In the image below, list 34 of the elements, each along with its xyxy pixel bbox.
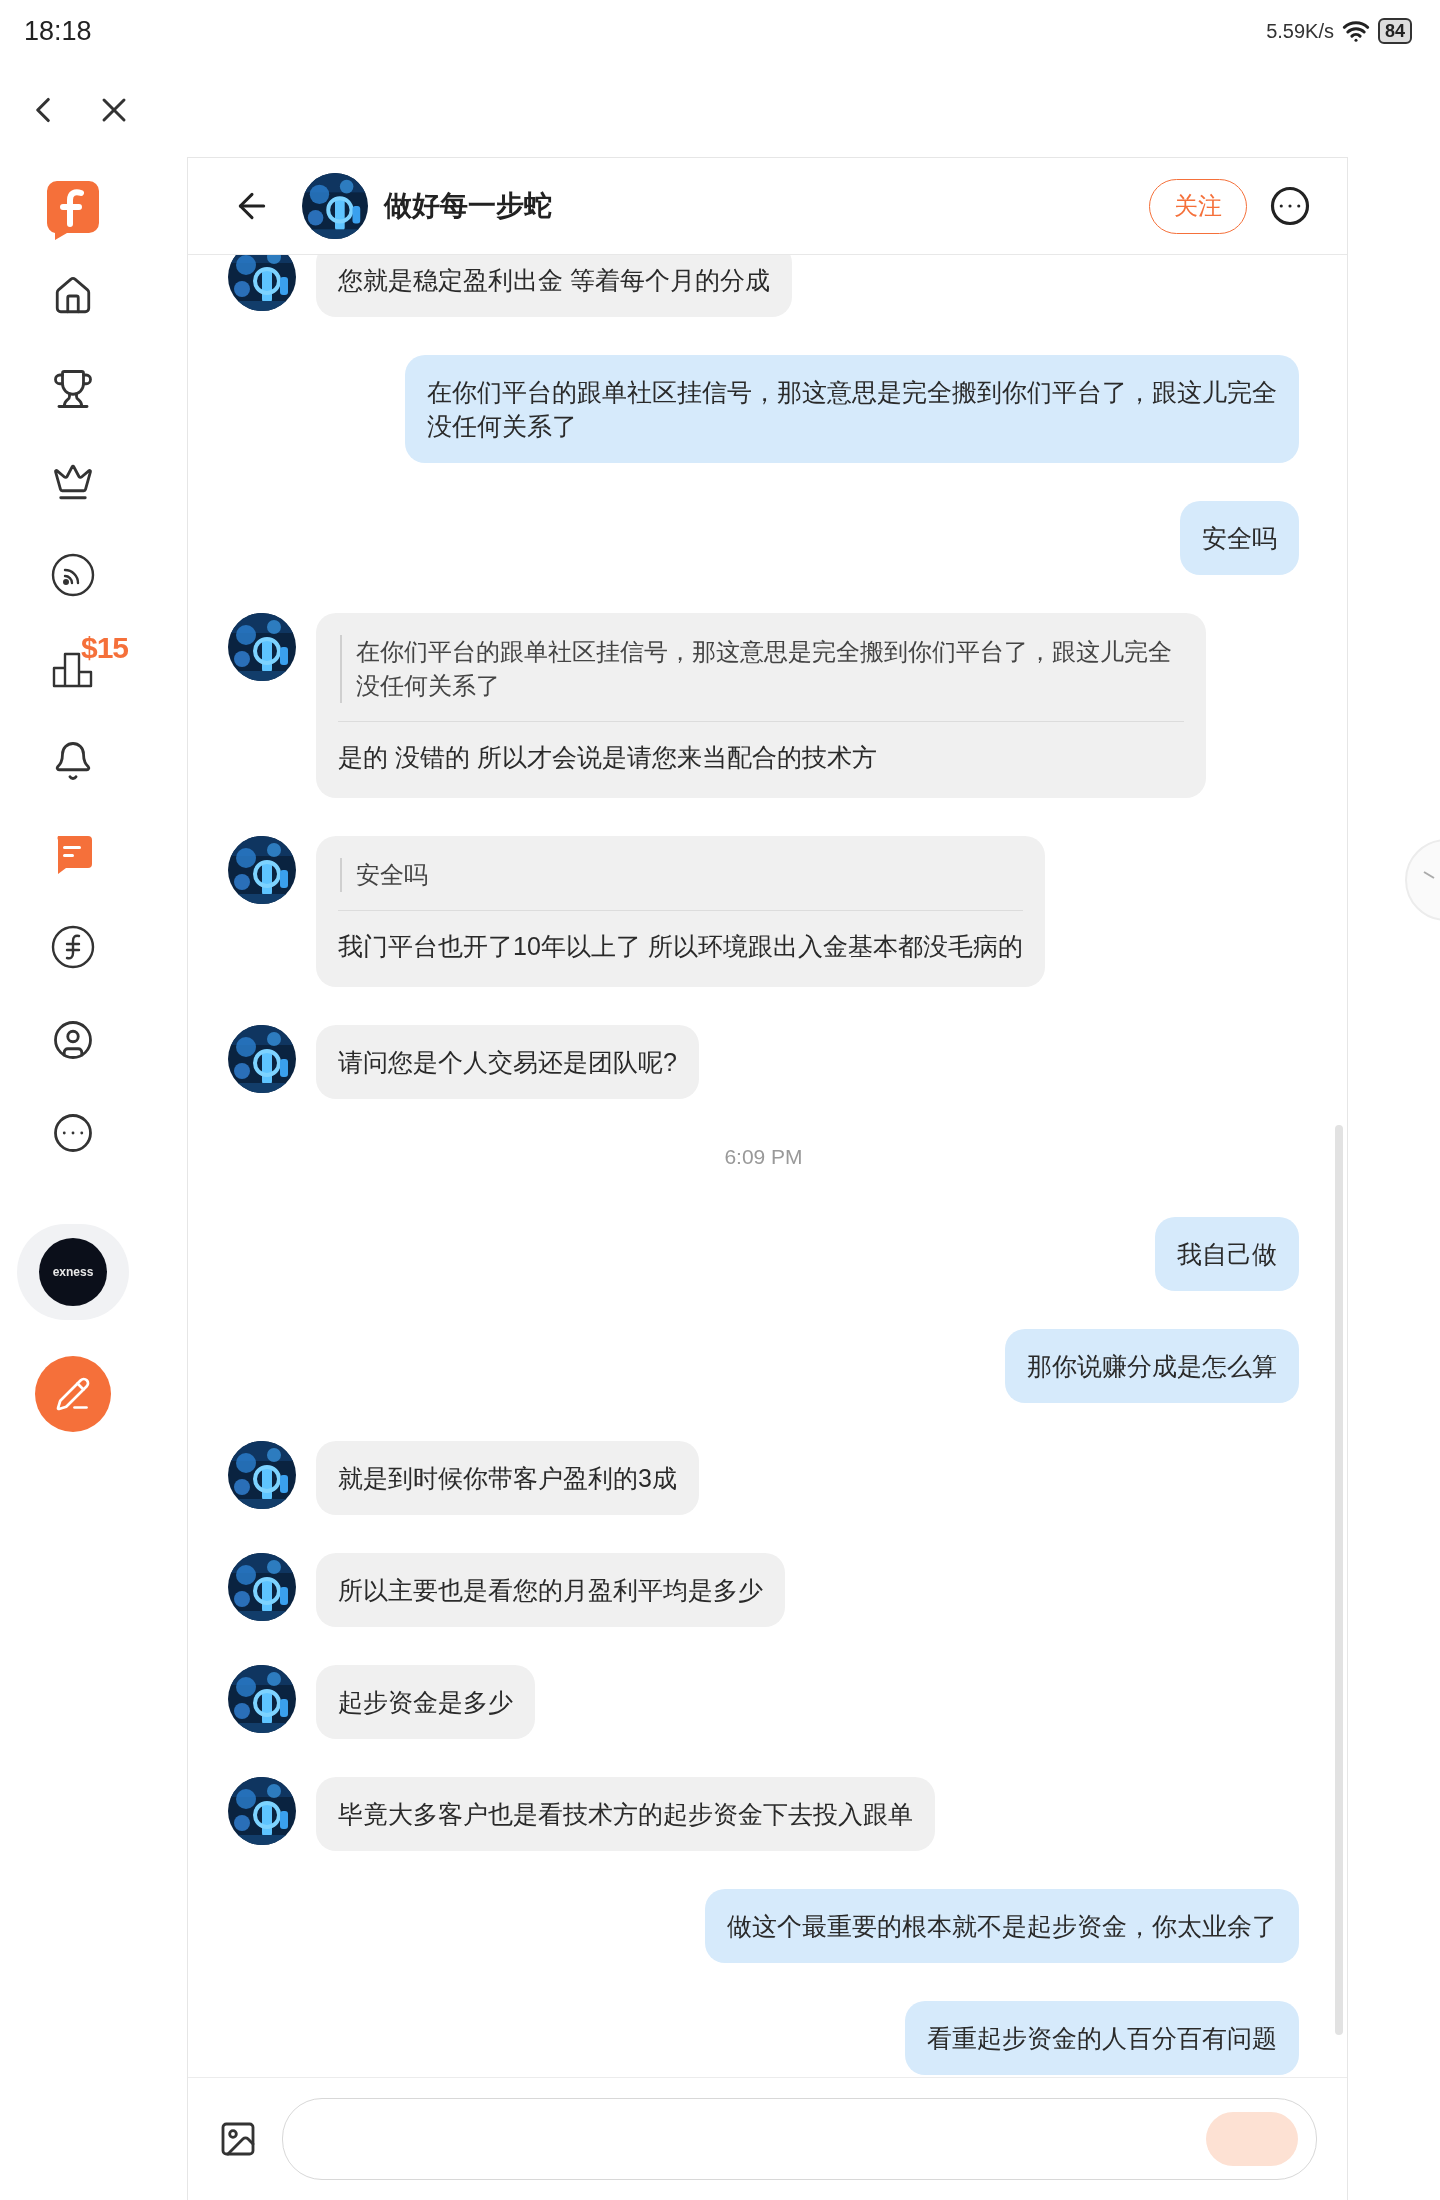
- profile-icon[interactable]: [52, 1018, 94, 1061]
- received-message-bubble: 请问您是个人交易还是团队呢?: [316, 1025, 699, 1099]
- received-message-bubble: 毕竟大多客户也是看技术方的起步资金下去投入跟单: [316, 1777, 935, 1851]
- coin-icon[interactable]: [51, 924, 95, 969]
- received-message-bubble: 所以主要也是看您的月盈利平均是多少: [316, 1553, 785, 1627]
- sent-message-bubble: 安全吗: [1180, 501, 1299, 575]
- quoted-message: 安全吗: [340, 858, 1023, 892]
- pencil-icon: [55, 1376, 91, 1412]
- more-icon[interactable]: [52, 1111, 94, 1154]
- message-input-field[interactable]: [282, 2098, 1317, 2180]
- sent-message-bubble: 我自己做: [1155, 1217, 1299, 1291]
- feed-icon[interactable]: [51, 552, 95, 597]
- received-message-bubble: 就是到时候你带客户盈利的3成: [316, 1441, 699, 1515]
- account-logo: exness: [39, 1238, 107, 1306]
- account-switcher[interactable]: exness: [17, 1224, 129, 1320]
- received-message-bubble: 您就是稳定盈利出金 等着每个月的分成: [316, 255, 792, 317]
- quoted-message: 在你们平台的跟单社区挂信号，那这意思是完全搬到你们平台了，跟这儿完全没任何关系了: [340, 635, 1184, 703]
- message-timestamp: 6:09 PM: [724, 1145, 803, 1168]
- network-speed: 5.59K/s: [1266, 19, 1334, 43]
- sent-message-bubble: 做这个最重要的根本就不是起步资金，你太业余了: [705, 1889, 1299, 1963]
- sent-message-bubble: 在你们平台的跟单社区挂信号，那这意思是完全搬到你们平台了，跟这儿完全没任何关系了: [405, 355, 1299, 463]
- scrollbar[interactable]: [1335, 1125, 1343, 2035]
- status-time: 18:18: [24, 15, 92, 47]
- app-logo-icon[interactable]: [45, 179, 101, 241]
- battery-level: 84: [1377, 18, 1412, 44]
- chat-title: 做好每一步蛇: [384, 189, 553, 223]
- sent-message-bubble: 那你说赚分成是怎么算: [1005, 1329, 1299, 1403]
- more-icon[interactable]: [1269, 185, 1311, 227]
- trophy-icon[interactable]: [52, 367, 94, 410]
- reply-text: 我门平台也开了10年以上了 所以环境跟出入金基本都没毛病的: [338, 931, 1023, 962]
- received-message-bubble: 起步资金是多少: [316, 1665, 535, 1739]
- sent-message-bubble: 看重起步资金的人百分百有问题: [905, 2001, 1299, 2075]
- reply-text: 是的 没错的 所以才会说是请您来当配合的技术方: [338, 742, 878, 773]
- reward-label: $15: [81, 631, 129, 665]
